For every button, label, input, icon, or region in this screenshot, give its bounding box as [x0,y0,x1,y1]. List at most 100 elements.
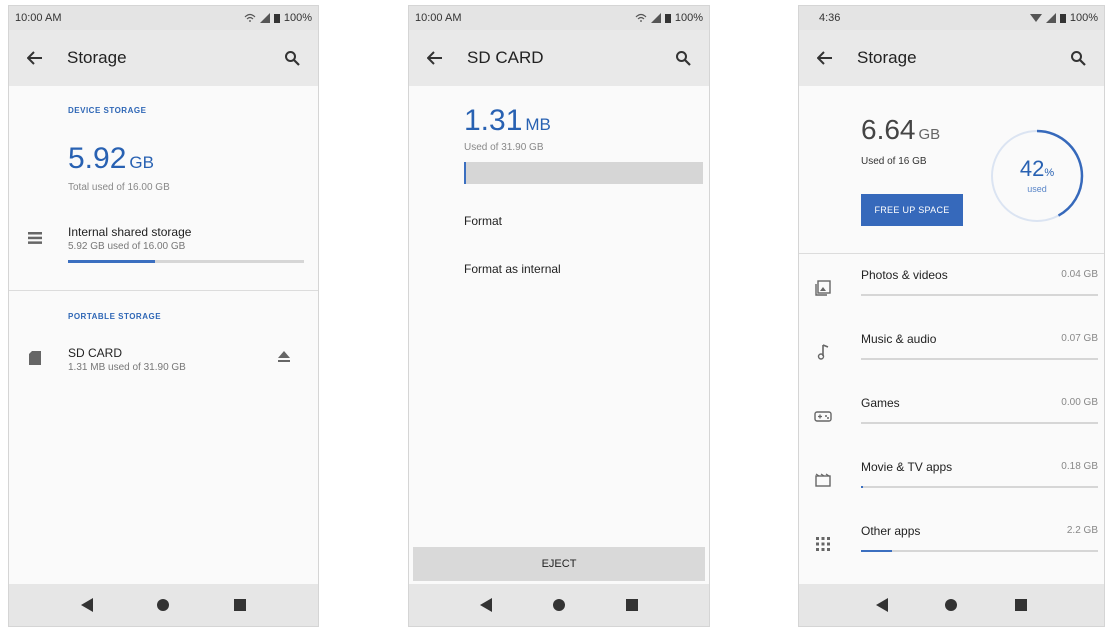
divider [799,253,1104,254]
battery-percent: 100% [283,12,312,24]
apps-grid-icon [813,534,833,554]
sd-used-value: 1.31 [464,104,523,137]
sd-card-screen: 10:00 AM 100% SD CARD 1.31 MB Used of 31.… [408,5,710,627]
search-icon[interactable] [671,46,695,70]
signal-icon [650,13,661,23]
device-storage-label: DEVICE STORAGE [68,106,147,115]
battery-icon [664,14,671,23]
divider [9,290,318,291]
status-time: 10:00 AM [15,12,62,24]
total-used-value: 6.64 [861,114,916,145]
sd-card-row[interactable]: SD CARD 1.31 MB used of 31.90 GB [9,340,318,390]
battery-percent: 100% [1069,12,1098,24]
battery-icon [273,14,280,23]
photos-icon [813,278,833,298]
device-used-value: 5.92 [68,142,127,175]
category-title: Movie & TV apps [861,460,953,474]
storage-overview-screen: 4:36 100% Storage 6.64 GB Used of 16 GB F… [798,5,1105,627]
category-size: 0.04 GB [1061,269,1098,280]
category-bar [861,550,1098,552]
total-used-total: 6.64 GB [861,114,940,146]
category-title: Music & audio [861,332,937,346]
sd-used-of-text: Used of 31.90 GB [464,142,544,153]
nav-recents-icon[interactable] [620,593,644,617]
page-title: Storage [67,48,127,67]
nav-recents-icon[interactable] [228,593,252,617]
storage-content: DEVICE STORAGE 5.92 GB Total used of 16.0… [9,86,318,584]
internal-storage-sub: 5.92 GB used of 16.00 GB [68,241,186,252]
sd-card-title: SD CARD [68,346,123,360]
category-size: 2.2 GB [1066,525,1098,536]
usage-percent: 42% [987,156,1087,182]
nav-home-icon[interactable] [151,593,175,617]
nav-recents-icon[interactable] [1009,593,1033,617]
page-title: SD CARD [467,48,544,67]
app-bar: SD CARD [409,30,709,86]
status-time: 4:36 [819,12,841,24]
format-as-internal-option[interactable]: Format as internal [464,262,561,276]
category-bar [861,358,1098,360]
eject-button[interactable]: EJECT [413,547,705,581]
category-title: Games [861,396,900,410]
back-arrow-icon[interactable] [813,46,837,70]
status-bar: 4:36 100% [799,6,1104,30]
category-bar [861,422,1098,424]
nav-back-icon[interactable] [75,593,99,617]
movie-icon [813,470,833,490]
storage-overview-content: 6.64 GB Used of 16 GB FREE UP SPACE 42% u… [799,86,1104,616]
sd-card-icon [27,350,43,366]
total-used-text: Total used of 16.00 GB [68,182,170,193]
status-bar: 10:00 AM 100% [9,6,318,30]
internal-storage-bar-fill [68,260,156,263]
device-used-unit: GB [129,153,154,172]
battery-percent: 100% [674,12,703,24]
nav-bar [799,584,1104,626]
app-bar: Storage [799,30,1104,86]
portable-storage-label: PORTABLE STORAGE [68,312,162,321]
sd-usage-bar-fill [464,162,466,184]
nav-back-icon[interactable] [474,593,498,617]
free-up-space-button[interactable]: FREE UP SPACE [861,194,963,226]
wifi-icon [635,13,647,22]
usage-percent-sign: % [1044,167,1055,179]
back-arrow-icon[interactable] [423,46,447,70]
internal-storage-row[interactable]: Internal shared storage 5.92 GB used of … [9,216,318,278]
category-size: 0.18 GB [1061,461,1098,472]
page-title: Storage [857,48,917,67]
category-row[interactable]: Games 0.00 GB [799,384,1104,448]
back-arrow-icon[interactable] [23,46,47,70]
search-icon[interactable] [280,46,304,70]
category-row[interactable]: Photos & videos 0.04 GB [799,256,1104,320]
total-used-unit: GB [918,126,941,143]
internal-storage-bar [68,260,304,263]
category-row[interactable]: Music & audio 0.07 GB [799,320,1104,384]
usage-ring: 42% used [987,126,1087,226]
app-bar: Storage [9,30,318,86]
signal-icon [259,13,270,23]
category-bar [861,486,1098,488]
nav-home-icon[interactable] [547,593,571,617]
device-used-total: 5.92 GB [68,142,154,176]
wifi-icon [244,13,256,22]
category-bar [861,294,1098,296]
search-icon[interactable] [1066,46,1090,70]
usage-percent-value: 42 [1019,156,1045,181]
format-option[interactable]: Format [464,214,502,228]
eject-icon[interactable] [276,348,292,364]
nav-back-icon[interactable] [870,593,894,617]
sd-card-sub: 1.31 MB used of 31.90 GB [68,362,186,373]
used-of-text: Used of 16 GB [861,156,927,167]
nav-bar [9,584,318,626]
status-time: 10:00 AM [415,12,462,24]
category-row[interactable]: Movie & TV apps 0.18 GB [799,448,1104,512]
nav-home-icon[interactable] [939,593,963,617]
category-bar-fill [861,486,864,488]
category-bar-fill [861,550,892,552]
battery-icon [1059,14,1066,23]
games-icon [813,406,833,426]
usage-percent-label: used [1027,184,1047,194]
sd-usage-bar [464,162,703,184]
category-title: Other apps [861,524,921,538]
category-row[interactable]: Other apps 2.2 GB [799,512,1104,576]
storage-screen: 10:00 AM 100% Storage DEVICE STORAGE 5.9… [8,5,319,627]
